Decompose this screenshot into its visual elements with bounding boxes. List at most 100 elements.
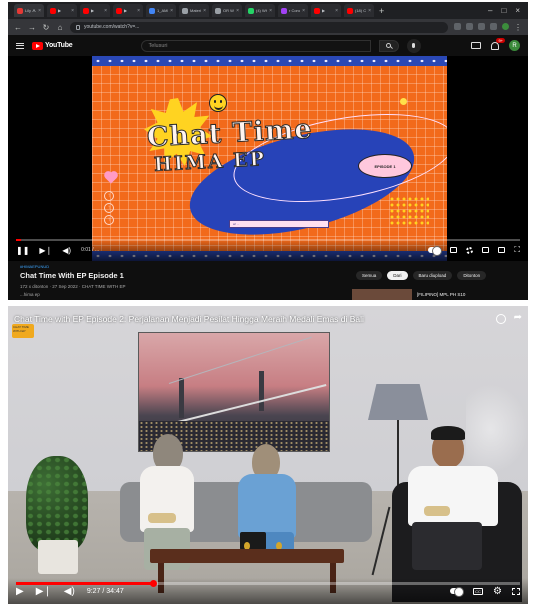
recommended-video[interactable]: [FILIPINO] MPL PH S10	[352, 289, 465, 300]
video-meta: 172 x ditonton · 27 Sep 2022 · CHAT TIME…	[20, 284, 126, 289]
close-tab-icon[interactable]: ×	[38, 8, 41, 14]
hashtag-link[interactable]: #HIMAEPUNUD	[20, 264, 49, 269]
close-window-icon[interactable]: ×	[515, 6, 520, 15]
extension-icon[interactable]	[478, 22, 485, 30]
window-controls: – □ ×	[488, 6, 528, 15]
extension-icon[interactable]	[490, 22, 497, 30]
avatar[interactable]: R	[509, 40, 520, 51]
subtitles-icon[interactable]	[450, 247, 458, 253]
channel-name[interactable]: ...hima ep	[20, 292, 40, 297]
watch-later-icon[interactable]	[496, 314, 506, 324]
forward-icon[interactable]: →	[28, 23, 36, 32]
close-tab-icon[interactable]: ×	[71, 8, 74, 14]
time-display-bottom: 9:27 / 34:47	[86, 587, 124, 595]
browser-tab[interactable]: ▶ ×	[113, 4, 143, 17]
tab-title: Lily ᗑᗑᗑ	[25, 8, 36, 13]
notifications-bell-icon[interactable]: 9+	[491, 37, 505, 50]
episode-pill: EPISODE 1	[358, 154, 412, 178]
close-tab-icon[interactable]: ×	[368, 8, 371, 14]
close-tab-icon[interactable]: ×	[302, 8, 305, 14]
browser-tab[interactable]: ▶ ×	[311, 4, 341, 17]
filter-chips: Semua Dari Baru diupload Ditonton	[356, 271, 487, 280]
share-icon[interactable]: ➦	[514, 312, 522, 323]
progress-bar[interactable]	[16, 239, 520, 241]
youtube-header: YouTube Telusuri 9+ R	[8, 35, 528, 56]
back-icon[interactable]: ←	[14, 23, 22, 32]
tab-favicon-icon	[116, 7, 122, 14]
video-frame-chat-time: Chat Time HIMA EP EPISODE 1 ↑ ↑ ↑ w/ ...	[92, 56, 447, 261]
browser-tab[interactable]: r Conoid C×	[278, 4, 308, 17]
close-tab-icon[interactable]: ×	[203, 8, 206, 14]
volume-icon[interactable]: ◀)	[62, 246, 71, 255]
close-tab-icon[interactable]: ×	[335, 8, 338, 14]
close-tab-icon[interactable]: ×	[170, 8, 173, 14]
browser-tab[interactable]: ▶ ×	[47, 4, 77, 17]
browser-tab[interactable]: OR W Ari×	[212, 4, 242, 17]
close-tab-icon[interactable]: ×	[137, 8, 140, 14]
browser-tab[interactable]: Lily ᗑᗑᗑ×	[14, 4, 44, 17]
tab-title: ▶	[58, 8, 62, 13]
next-icon[interactable]: ▶❘	[36, 586, 52, 597]
dot-border-top	[92, 56, 447, 66]
plant-pot	[38, 540, 78, 574]
browser-tab[interactable]: ▶ ×	[80, 4, 110, 17]
profile-icon[interactable]	[502, 22, 509, 30]
tab-title: Materi Gu	[190, 8, 202, 13]
menu-dots-icon[interactable]: ⋮	[514, 23, 522, 32]
hamburger-menu-icon[interactable]	[16, 42, 24, 49]
search-button[interactable]	[378, 39, 399, 52]
chip-all[interactable]: Semua	[356, 271, 383, 280]
wall-light	[466, 384, 528, 474]
browser-tab[interactable]: 1_AMD M×	[146, 4, 176, 17]
tab-title: ▶	[91, 8, 95, 13]
settings-gear-icon[interactable]: ⚙	[493, 586, 502, 597]
video-player[interactable]: Chat Time HIMA EP EPISODE 1 ↑ ↑ ↑ w/ ...…	[8, 56, 528, 261]
tab-title: 1_AMD M	[157, 8, 168, 13]
create-video-icon[interactable]	[471, 42, 481, 49]
progress-bar-bottom[interactable]	[16, 580, 520, 587]
browser-tab[interactable]: (4) WhatsA×	[245, 4, 275, 17]
close-tab-icon[interactable]: ×	[104, 8, 107, 14]
url-input[interactable]: youtube.com/watch?v=...	[70, 21, 448, 33]
browser-tab[interactable]: Materi Gu×	[179, 4, 209, 17]
reload-icon[interactable]: ↻	[42, 23, 50, 32]
maximize-icon[interactable]: □	[501, 6, 506, 15]
fullscreen-exit-icon[interactable]	[512, 587, 520, 595]
time-display: 0:01 / ...	[81, 247, 100, 253]
fullscreen-video-player[interactable]: Chat Time with EP Episode 2: Perjalanan …	[8, 306, 528, 604]
theater-mode-icon[interactable]	[498, 247, 506, 253]
tab-title: r Conoid C	[289, 8, 300, 13]
search-input[interactable]: Telusuri	[140, 39, 371, 52]
autoplay-toggle[interactable]	[450, 587, 465, 597]
extension-icon[interactable]	[454, 22, 461, 30]
settings-gear-icon[interactable]	[466, 246, 474, 254]
video-info: #HIMAEPUNUD Chat Time With EP Episode 1 …	[8, 261, 528, 300]
youtube-logo[interactable]: YouTube	[32, 41, 73, 50]
next-icon[interactable]: ▶❘	[39, 246, 52, 255]
minimize-icon[interactable]: –	[488, 6, 492, 15]
progress-scrubber[interactable]	[150, 580, 158, 587]
autoplay-toggle[interactable]	[428, 246, 443, 256]
subtitles-icon[interactable]: CC	[473, 587, 484, 595]
close-tab-icon[interactable]: ×	[236, 8, 239, 14]
arrow-up-icon: ↑	[104, 191, 114, 201]
chip-watched[interactable]: Ditonton	[457, 271, 487, 280]
microphone-icon	[412, 43, 416, 48]
tab-favicon-icon	[281, 7, 287, 14]
new-tab-button[interactable]: +	[379, 6, 384, 16]
voice-search-button[interactable]	[406, 38, 421, 53]
extension-icon[interactable]	[466, 22, 473, 30]
pause-icon[interactable]: ❚❚	[16, 246, 29, 255]
home-icon[interactable]: ⌂	[56, 23, 64, 32]
miniplayer-icon[interactable]	[482, 247, 490, 253]
url-text: youtube.com/watch?v=...	[84, 24, 140, 30]
browser-tab[interactable]: (18) Ch×	[344, 4, 374, 17]
chip-from-channel[interactable]: Dari	[387, 271, 408, 280]
close-tab-icon[interactable]: ×	[269, 8, 272, 14]
volume-icon[interactable]: ◀)	[64, 586, 75, 597]
fullscreen-icon[interactable]: ⛶	[514, 245, 520, 255]
chip-recently-uploaded[interactable]: Baru diupload	[412, 271, 453, 280]
tab-title: ▶	[322, 8, 326, 13]
play-icon[interactable]: ▶	[16, 586, 24, 597]
tab-title: OR W Ari	[223, 8, 234, 13]
